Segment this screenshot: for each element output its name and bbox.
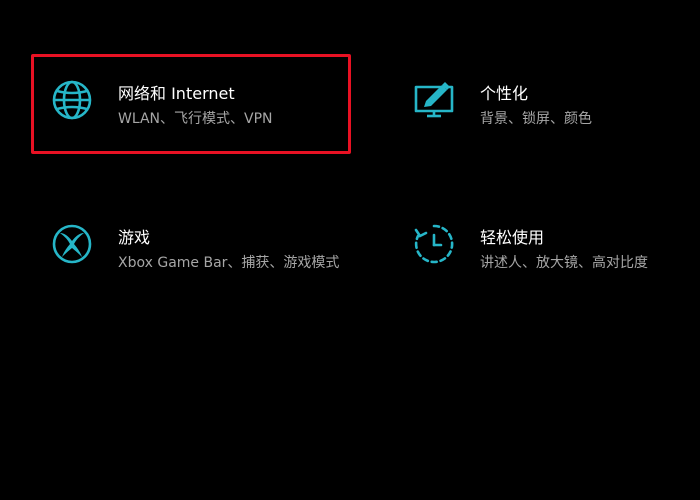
tile-title: 游戏 (118, 228, 151, 247)
tile-title: 轻松使用 (480, 228, 545, 247)
tile-description: WLAN、飞行模式、VPN (118, 111, 273, 127)
settings-tile-network[interactable]: 网络和 Internet WLAN、飞行模式、VPN (50, 78, 340, 138)
tile-title: 网络和 Internet (118, 84, 235, 103)
settings-tile-gaming[interactable]: 游戏 Xbox Game Bar、捕获、游戏模式 (50, 222, 350, 302)
tile-description: 背景、锁屏、颜色 (480, 111, 592, 127)
personalization-icon (412, 78, 456, 122)
xbox-icon (50, 222, 94, 266)
tile-description: Xbox Game Bar、捕获、游戏模式 (118, 255, 340, 271)
settings-tile-ease-of-access[interactable]: 轻松使用 讲述人、放大镜、高对比度 (412, 222, 692, 282)
tile-description: 讲述人、放大镜、高对比度 (480, 255, 648, 271)
ease-of-access-icon (412, 222, 456, 266)
settings-tile-personalization[interactable]: 个性化 背景、锁屏、颜色 (412, 78, 682, 138)
globe-icon (50, 78, 94, 122)
tile-title: 个性化 (480, 84, 529, 103)
